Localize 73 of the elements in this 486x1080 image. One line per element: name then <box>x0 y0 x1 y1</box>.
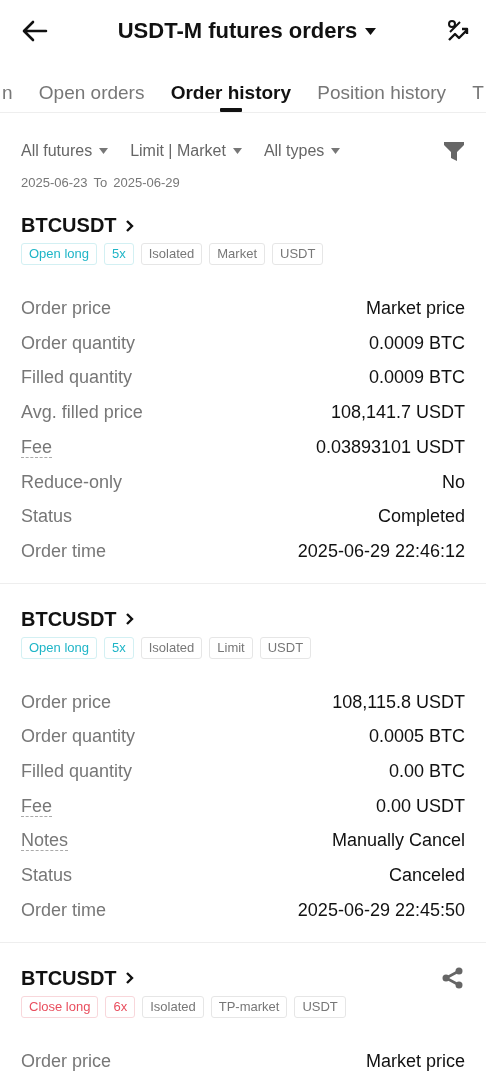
tab[interactable]: T <box>472 62 484 112</box>
tag: USDT <box>294 995 346 1018</box>
field-label: Order price <box>21 690 112 714</box>
field-value: 0.0005 BTC <box>368 725 465 749</box>
filter-icon[interactable] <box>444 141 464 161</box>
tab[interactable]: Position history <box>317 62 447 112</box>
share-icon[interactable] <box>442 967 464 990</box>
field-label: Status <box>21 864 73 887</box>
tag: Limit <box>209 636 253 659</box>
chevron-icon <box>124 613 135 626</box>
field-value: 0.0009 BTC <box>368 366 465 390</box>
field-label: Avg. filled price <box>21 401 143 424</box>
field-label: Filled quantity <box>21 760 133 783</box>
tag: Open long <box>21 636 97 659</box>
field-label: Order price <box>21 1049 112 1073</box>
field-label: Filled quantity <box>21 366 133 390</box>
tag: 6x <box>105 995 136 1018</box>
field-label[interactable]: Fee <box>21 795 53 817</box>
field-label: Order price <box>21 297 112 320</box>
field-label[interactable]: Fee <box>21 436 53 458</box>
field-label: Order quantity <box>21 725 136 749</box>
field-value: 2025-06-29 22:46:12 <box>297 539 465 563</box>
field-value: No <box>442 470 465 494</box>
field-label[interactable]: Notes <box>21 830 69 852</box>
tag: TP-market <box>210 995 288 1018</box>
back-icon[interactable] <box>22 20 48 42</box>
caret-icon <box>331 148 341 154</box>
caret-icon <box>232 148 242 154</box>
field-value: Market price <box>365 297 465 320</box>
field-label: Status <box>21 505 73 528</box>
filter-dropdown[interactable]: Limit | Market <box>130 142 242 160</box>
tag: Isolated <box>142 995 204 1018</box>
field-value: 0.03893101 USDT <box>315 435 465 459</box>
tag: Close long <box>21 995 99 1018</box>
field-value: Canceled <box>388 864 465 887</box>
tab[interactable]: n <box>2 62 13 112</box>
symbol-link[interactable]: BTCUSDT <box>21 607 117 631</box>
tag: 5x <box>104 636 134 659</box>
field-label: Order quantity <box>21 331 136 355</box>
field-value: 0.0009 BTC <box>368 331 465 355</box>
field-value: Completed <box>377 505 465 528</box>
date-text: 2025-06-23 <box>21 175 88 190</box>
symbol-link[interactable]: BTCUSDT <box>21 214 117 237</box>
field-value: 0.00 BTC <box>388 760 465 783</box>
field-value: 2025-06-29 22:45:50 <box>297 898 465 922</box>
field-value: 108,141.7 USDT <box>330 401 465 424</box>
caret-icon[interactable] <box>365 27 377 35</box>
date-separator: To <box>93 175 108 190</box>
tag: Market <box>209 243 265 265</box>
tab[interactable]: Order history <box>170 62 292 112</box>
filter-dropdown[interactable]: All futures <box>21 142 109 160</box>
tab[interactable]: Open orders <box>38 62 145 112</box>
symbol-link[interactable]: BTCUSDT <box>21 966 117 990</box>
page-title: USDT-M futures orders <box>117 18 358 44</box>
tag: USDT <box>272 243 324 265</box>
chevron-icon <box>124 219 135 232</box>
chart-arrow-icon[interactable] <box>446 19 470 43</box>
tag: Isolated <box>140 636 203 659</box>
field-value: 0.00 USDT <box>375 794 465 818</box>
chevron-icon <box>124 972 135 985</box>
field-label: Order time <box>21 898 107 922</box>
field-label: Reduce-only <box>21 470 123 494</box>
caret-icon <box>99 148 109 154</box>
tag: Open long <box>21 243 97 265</box>
field-label: Order time <box>21 539 107 563</box>
tag: 5x <box>104 243 134 265</box>
filter-dropdown[interactable]: All types <box>263 142 341 160</box>
field-value: Market price <box>365 1049 465 1073</box>
tag: Isolated <box>140 243 203 265</box>
tag: USDT <box>259 636 312 659</box>
date-text: 2025-06-29 <box>113 175 180 190</box>
field-value: Manually Cancel <box>331 829 465 853</box>
field-value: 108,115.8 USDT <box>332 690 465 714</box>
